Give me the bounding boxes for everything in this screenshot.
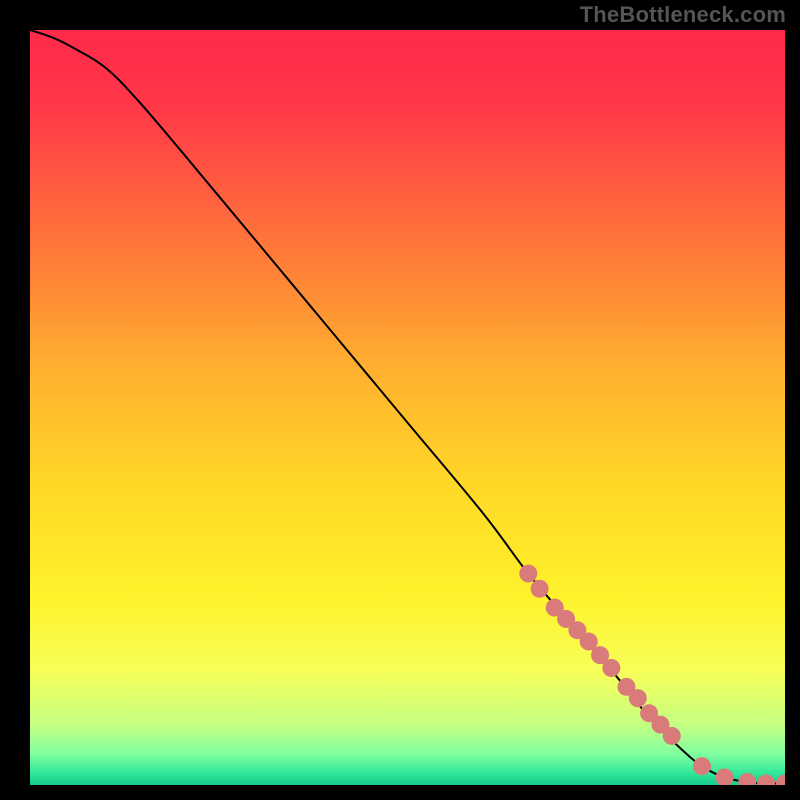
marker-point: [663, 727, 681, 745]
marker-point: [531, 580, 549, 598]
marker-point: [776, 774, 785, 785]
marker-group: [519, 565, 785, 785]
chart-stage: TheBottleneck.com: [0, 0, 800, 800]
curve-path: [30, 30, 785, 784]
marker-point: [629, 689, 647, 707]
marker-point: [693, 757, 711, 775]
marker-point: [757, 774, 775, 785]
marker-point: [716, 768, 734, 785]
marker-point: [738, 773, 756, 785]
chart-curve-layer: [30, 30, 785, 785]
plot-area: [30, 30, 785, 785]
watermark-text: TheBottleneck.com: [580, 2, 786, 28]
marker-point: [602, 659, 620, 677]
marker-point: [519, 565, 537, 583]
